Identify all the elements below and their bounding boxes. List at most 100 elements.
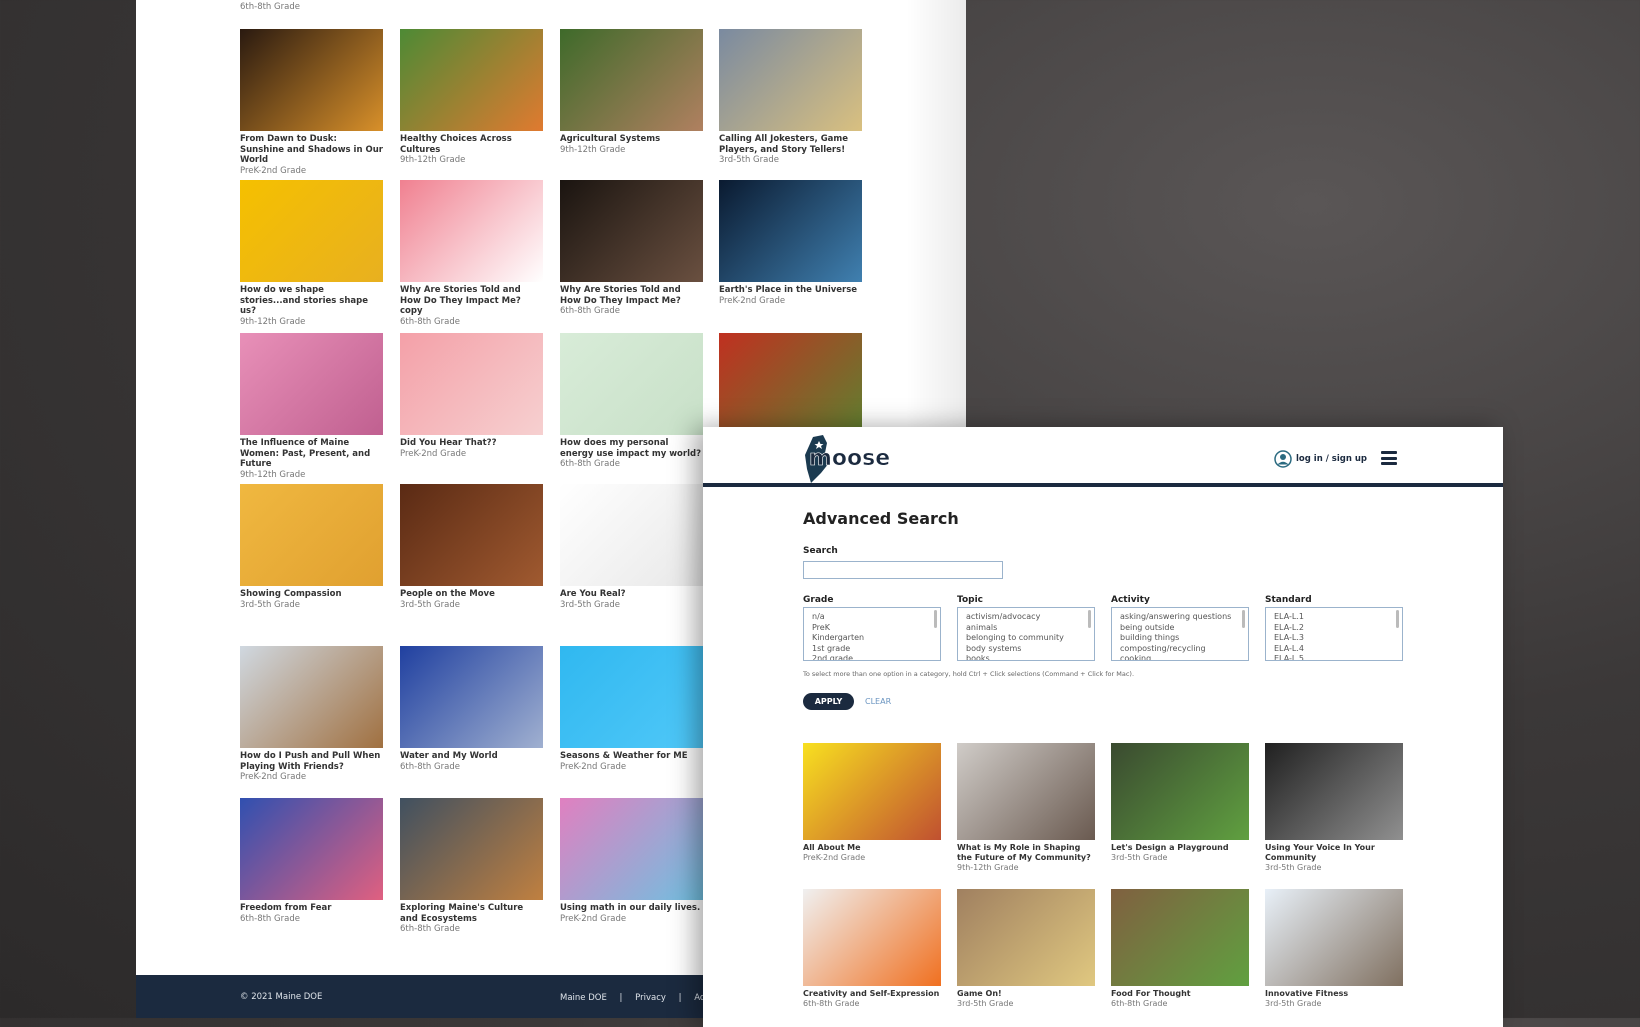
scrollbar[interactable] <box>1088 610 1091 628</box>
filter-option[interactable]: ELA-L.1 <box>1274 612 1388 623</box>
module-card[interactable]: Using Your Voice In Your Community 3rd-5t… <box>1265 743 1403 873</box>
module-title[interactable]: Using Your Voice In Your Community <box>1265 843 1403 863</box>
module-card[interactable] <box>719 333 862 435</box>
module-thumbnail[interactable] <box>240 484 383 586</box>
filter-option[interactable]: being outside <box>1120 623 1234 634</box>
filter-option[interactable]: building things <box>1120 633 1234 644</box>
module-thumbnail[interactable] <box>560 798 703 900</box>
module-thumbnail[interactable] <box>719 180 862 282</box>
scrollbar[interactable] <box>1396 610 1399 628</box>
module-card[interactable]: Agricultural Systems 9th-12th Grade <box>560 29 703 155</box>
module-title[interactable]: Why Are Stories Told and How Do They Imp… <box>400 285 543 317</box>
filter-option[interactable]: 1st grade <box>812 644 926 655</box>
search-input[interactable] <box>803 561 1003 579</box>
module-thumbnail[interactable] <box>400 29 543 131</box>
scrollbar[interactable] <box>934 610 937 628</box>
module-thumbnail[interactable] <box>400 646 543 748</box>
module-card[interactable]: Why Are Stories Told and How Do They Imp… <box>400 180 543 327</box>
module-card[interactable]: How does my personal energy use impact m… <box>560 333 703 470</box>
module-thumbnail[interactable] <box>240 333 383 435</box>
module-card[interactable]: Game On! 3rd-5th Grade <box>957 889 1095 1009</box>
module-title[interactable]: Are You Real? <box>560 589 703 600</box>
module-title[interactable]: How do I Push and Pull When Playing With… <box>240 751 383 772</box>
module-thumbnail[interactable] <box>560 484 703 586</box>
filter-option[interactable]: 2nd grade <box>812 654 926 660</box>
module-title[interactable]: From Dawn to Dusk: Sunshine and Shadows … <box>240 134 383 166</box>
module-card[interactable]: Earth's Place in the Universe PreK-2nd Gr… <box>719 180 862 306</box>
filter-option[interactable]: activism/advocacy <box>966 612 1080 623</box>
filter-option[interactable]: asking/answering questions <box>1120 612 1234 623</box>
module-title[interactable]: How do we shape stories...and stories sh… <box>240 285 383 317</box>
module-title[interactable]: Agricultural Systems <box>560 134 703 145</box>
module-thumbnail[interactable] <box>240 180 383 282</box>
module-thumbnail[interactable] <box>1265 889 1403 986</box>
module-title[interactable]: Let's Design a Playground <box>1111 843 1249 853</box>
module-card[interactable]: Exploring Maine's Culture and Ecosystems… <box>400 798 543 935</box>
module-title[interactable]: People on the Move <box>400 589 543 600</box>
filter-option[interactable]: body systems <box>966 644 1080 655</box>
module-card[interactable]: People on the Move 3rd-5th Grade <box>400 484 543 610</box>
footer-link-privacy[interactable]: Privacy <box>635 993 666 1003</box>
module-title[interactable]: Earth's Place in the Universe <box>719 285 862 296</box>
module-title[interactable]: Freedom from Fear <box>240 903 383 914</box>
module-title[interactable]: Exploring Maine's Culture and Ecosystems <box>400 903 543 924</box>
module-thumbnail[interactable] <box>400 180 543 282</box>
module-card[interactable]: How do I Push and Pull When Playing With… <box>240 646 383 783</box>
module-card[interactable]: Showing Compassion 3rd-5th Grade <box>240 484 383 610</box>
module-title[interactable]: Water and My World <box>400 751 543 762</box>
module-thumbnail[interactable] <box>560 333 703 435</box>
module-card[interactable]: Let's Design a Playground 3rd-5th Grade <box>1111 743 1249 863</box>
module-card[interactable]: Innovative Fitness 3rd-5th Grade <box>1265 889 1403 1009</box>
filter-multiselect[interactable]: n/a PreK Kindergarten 1st grade 2nd grade <box>803 607 941 661</box>
hamburger-menu-icon[interactable] <box>1381 451 1397 465</box>
module-thumbnail[interactable] <box>719 29 862 131</box>
clear-button[interactable]: CLEAR <box>865 697 891 706</box>
module-card[interactable]: Food For Thought 6th-8th Grade <box>1111 889 1249 1009</box>
module-card[interactable]: The Influence of Maine Women: Past, Pres… <box>240 333 383 480</box>
module-thumbnail[interactable] <box>400 798 543 900</box>
filter-option[interactable]: animals <box>966 623 1080 634</box>
filter-option[interactable]: ELA-L.2 <box>1274 623 1388 634</box>
filter-option[interactable]: cooking <box>1120 654 1234 660</box>
filter-option[interactable]: composting/recycling <box>1120 644 1234 655</box>
apply-button[interactable]: APPLY <box>803 693 854 710</box>
scrollbar[interactable] <box>1242 610 1245 628</box>
moose-logo[interactable]: moose <box>803 433 893 483</box>
filter-option[interactable]: ELA-L.3 <box>1274 633 1388 644</box>
module-thumbnail[interactable] <box>803 743 941 840</box>
module-thumbnail[interactable] <box>719 333 862 435</box>
module-thumbnail[interactable] <box>1111 743 1249 840</box>
module-thumbnail[interactable] <box>560 180 703 282</box>
module-card[interactable]: Calling All Jokesters, Game Players, and… <box>719 29 862 166</box>
module-title[interactable]: All About Me <box>803 843 941 853</box>
filter-option[interactable]: ELA-L.4 <box>1274 644 1388 655</box>
module-title[interactable]: Food For Thought <box>1111 989 1249 999</box>
module-thumbnail[interactable] <box>240 646 383 748</box>
module-title[interactable]: Game On! <box>957 989 1095 999</box>
filter-option[interactable]: Kindergarten <box>812 633 926 644</box>
module-title[interactable]: Healthy Choices Across Cultures <box>400 134 543 155</box>
module-title[interactable]: Creativity and Self-Expression <box>803 989 941 999</box>
filter-multiselect[interactable]: asking/answering questions being outside b… <box>1111 607 1249 661</box>
module-thumbnail[interactable] <box>560 29 703 131</box>
module-card[interactable]: Why Are Stories Told and How Do They Imp… <box>560 180 703 317</box>
module-card[interactable]: From Dawn to Dusk: Sunshine and Shadows … <box>240 29 383 176</box>
filter-option[interactable]: ELA-L.5 <box>1274 654 1388 660</box>
module-thumbnail[interactable] <box>560 646 703 748</box>
module-card[interactable]: Seasons & Weather for ME PreK-2nd Grade <box>560 646 703 772</box>
filter-multiselect[interactable]: ELA-L.1 ELA-L.2 ELA-L.3 ELA-L.4 ELA-L.5 <box>1265 607 1403 661</box>
module-thumbnail[interactable] <box>240 29 383 131</box>
module-title[interactable]: Showing Compassion <box>240 589 383 600</box>
module-thumbnail[interactable] <box>957 889 1095 986</box>
filter-option[interactable]: books <box>966 654 1080 660</box>
module-title[interactable]: Seasons & Weather for ME <box>560 751 703 762</box>
module-thumbnail[interactable] <box>1265 743 1403 840</box>
filter-option[interactable]: n/a <box>812 612 926 623</box>
filter-option[interactable]: PreK <box>812 623 926 634</box>
login-signup-link[interactable]: log in / sign up <box>1274 429 1367 489</box>
module-title[interactable]: Why Are Stories Told and How Do They Imp… <box>560 285 703 306</box>
module-card[interactable]: Using math in our daily lives. PreK-2nd G… <box>560 798 703 924</box>
module-title[interactable]: Using math in our daily lives. <box>560 903 703 914</box>
module-card[interactable]: Healthy Choices Across Cultures 9th-12th … <box>400 29 543 166</box>
module-title[interactable]: The Influence of Maine Women: Past, Pres… <box>240 438 383 470</box>
